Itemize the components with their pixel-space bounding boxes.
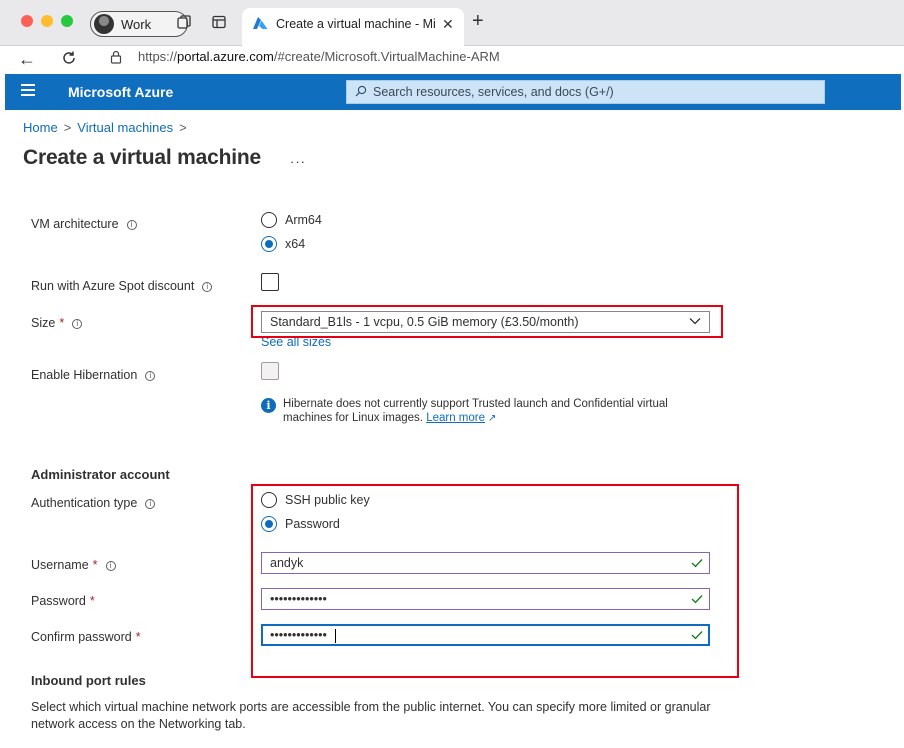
size-highlight-box <box>251 305 723 338</box>
inbound-port-rules-description: Select which virtual machine network por… <box>31 700 711 731</box>
browser-tab-bar: Work Create a virtual machine - Microsof… <box>0 0 904 46</box>
info-icon[interactable]: i <box>145 371 156 381</box>
azure-logo-icon <box>253 17 268 29</box>
avatar <box>94 14 114 34</box>
confirm-password-label: Confirm password * <box>31 630 141 644</box>
info-icon[interactable]: i <box>145 499 156 509</box>
password-label: Password * <box>31 594 95 608</box>
hamburger-menu-icon[interactable] <box>21 84 35 98</box>
authentication-type-label: Authentication type i <box>31 496 156 510</box>
search-icon <box>355 85 367 97</box>
radio-unselected-icon <box>261 212 277 228</box>
breadcrumb-separator: > <box>179 120 187 135</box>
info-icon[interactable]: i <box>202 282 213 292</box>
tab-title: Create a virtual machine - Microsoft Azu… <box>276 17 436 31</box>
profile-button[interactable]: Work <box>90 11 188 37</box>
breadcrumb-home[interactable]: Home <box>23 120 58 135</box>
search-input[interactable] <box>373 83 813 101</box>
azure-top-bar: Microsoft Azure <box>5 74 901 110</box>
radio-arm64[interactable]: Arm64 <box>261 212 322 228</box>
url-text: https://portal.azure.com/#create/Microso… <box>138 49 500 64</box>
size-label: Size * i <box>31 316 83 330</box>
azure-brand[interactable]: Microsoft Azure <box>68 84 173 100</box>
spot-discount-checkbox[interactable] <box>261 273 279 291</box>
hibernation-checkbox[interactable] <box>261 362 279 380</box>
breadcrumb: Home > Virtual machines > <box>23 120 193 135</box>
profile-label: Work <box>121 17 152 32</box>
window-minimize-button[interactable] <box>41 15 53 27</box>
hibernation-info-note: i Hibernate does not currently support T… <box>261 397 681 426</box>
radio-selected-icon <box>261 236 277 252</box>
vm-architecture-label: VM architecture i <box>31 217 137 231</box>
info-icon[interactable]: i <box>72 319 83 329</box>
window-close-button[interactable] <box>21 15 33 27</box>
administrator-account-heading: Administrator account <box>31 467 170 482</box>
new-tab-button[interactable]: + <box>472 11 484 31</box>
create-vm-panel: Home > Virtual machines > Create a virtual … <box>5 110 901 748</box>
info-icon[interactable]: i <box>105 561 116 571</box>
learn-more-link[interactable]: Learn more <box>426 412 485 424</box>
inbound-port-rules-heading: Inbound port rules <box>31 673 146 688</box>
more-options-button[interactable]: ··· <box>290 154 306 169</box>
tab-close-icon[interactable]: ✕ <box>442 16 454 33</box>
back-arrow-icon[interactable]: ← <box>18 49 36 69</box>
username-label: Username * i <box>31 558 116 572</box>
external-link-icon: ↗ <box>488 413 497 424</box>
breadcrumb-separator: > <box>63 120 72 135</box>
lock-icon <box>110 50 122 64</box>
global-search[interactable] <box>346 80 825 104</box>
admin-highlight-box <box>251 484 739 678</box>
breadcrumb-virtual-machines[interactable]: Virtual machines <box>77 120 173 135</box>
page-title: Create a virtual machine <box>23 146 261 169</box>
info-icon[interactable]: i <box>126 220 137 230</box>
workspaces-icon[interactable] <box>176 14 192 30</box>
radio-x64[interactable]: x64 <box>261 236 305 252</box>
window-zoom-button[interactable] <box>61 15 73 27</box>
url-field[interactable]: https://portal.azure.com/#create/Microso… <box>96 46 896 70</box>
browser-tab-active[interactable]: Create a virtual machine - Microsoft Azu… <box>242 8 464 46</box>
spot-discount-label: Run with Azure Spot discount i <box>31 279 213 293</box>
reload-icon[interactable] <box>60 49 78 71</box>
tab-actions-icon[interactable] <box>211 14 227 30</box>
hibernation-label: Enable Hibernation i <box>31 368 156 382</box>
info-filled-icon: i <box>261 398 276 413</box>
address-bar: ← https://portal.azure.com/#create/Micro… <box>0 46 904 74</box>
